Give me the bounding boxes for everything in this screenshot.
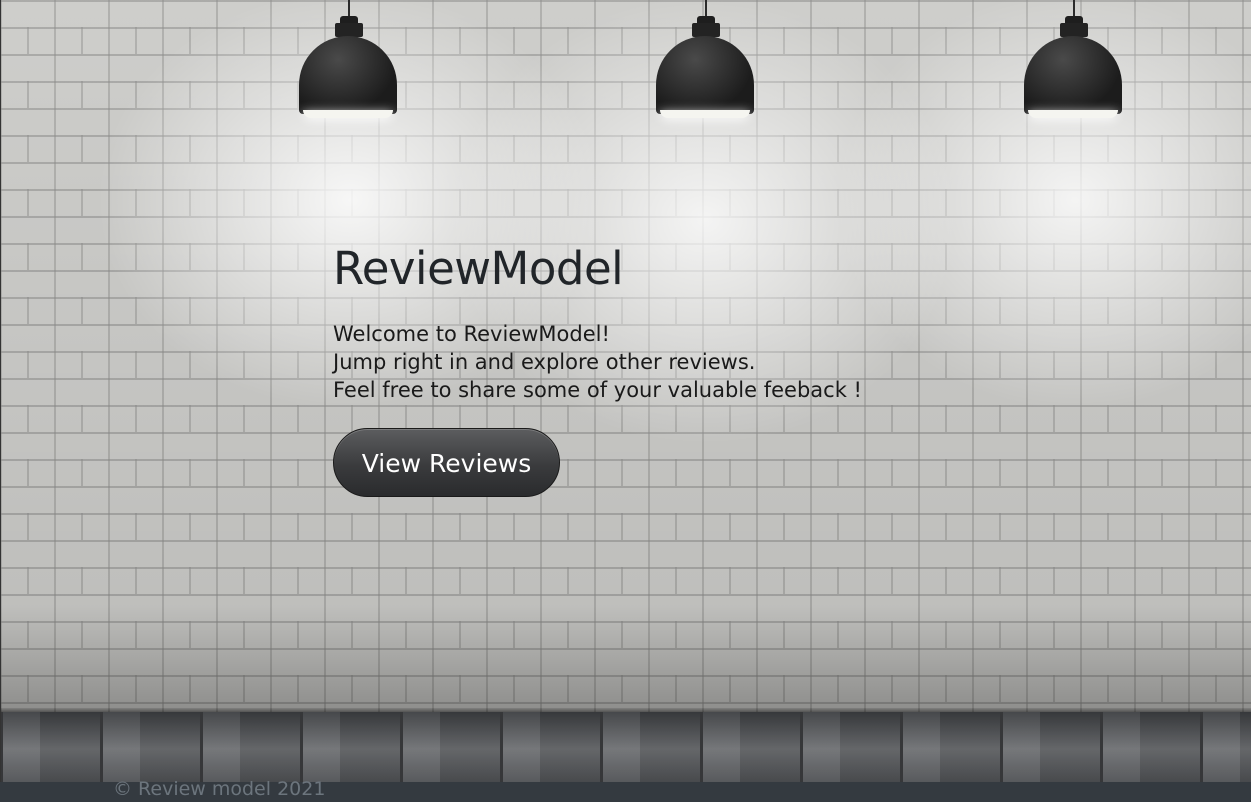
pendant-lamp-icon [299,0,399,120]
pendant-lamp-icon [1024,0,1124,120]
hero-line-explore: Jump right in and explore other reviews. [333,350,756,374]
hero-line-welcome: Welcome to ReviewModel! [333,322,610,346]
hero-section: ReviewModel Welcome to ReviewModel! Jump… [333,240,862,497]
pendant-lamp-icon [656,0,756,120]
hero-line-share: Feel free to share some of your valuable… [333,378,862,402]
page-title: ReviewModel [333,242,624,295]
wooden-floor-background [0,712,1251,786]
footer-copyright: © Review model 2021 [113,778,326,800]
view-reviews-button[interactable]: View Reviews [333,428,560,497]
landing-page: ReviewModel Welcome to ReviewModel! Jump… [0,0,1251,802]
hero-description: Welcome to ReviewModel! Jump right in an… [333,320,862,404]
footer: © Review model 2021 [0,778,1251,802]
